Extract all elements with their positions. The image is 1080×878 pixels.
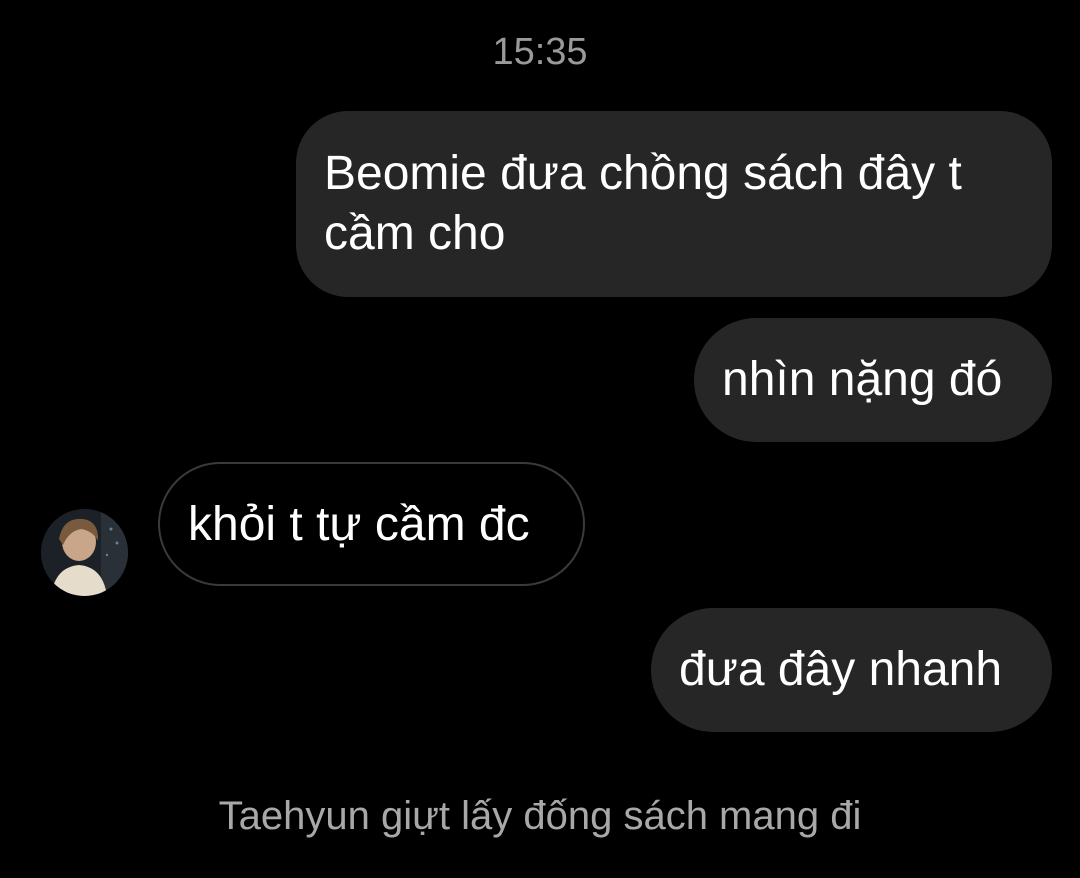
outgoing-message-bubble[interactable]: Beomie đưa chồng sách đây t cầm cho [296, 111, 1052, 297]
incoming-message-bubble[interactable]: khỏi t tự cầm đc [158, 462, 585, 586]
narration-text: Taehyun giựt lấy đống sách mang đi [218, 794, 862, 838]
message-timestamp: 15:35 [492, 31, 588, 73]
outgoing-message-bubble[interactable]: nhìn nặng đó [694, 318, 1052, 442]
outgoing-message-bubble[interactable]: đưa đây nhanh [651, 608, 1052, 732]
avatar-photo-icon [41, 509, 128, 596]
sender-avatar[interactable] [41, 509, 128, 596]
